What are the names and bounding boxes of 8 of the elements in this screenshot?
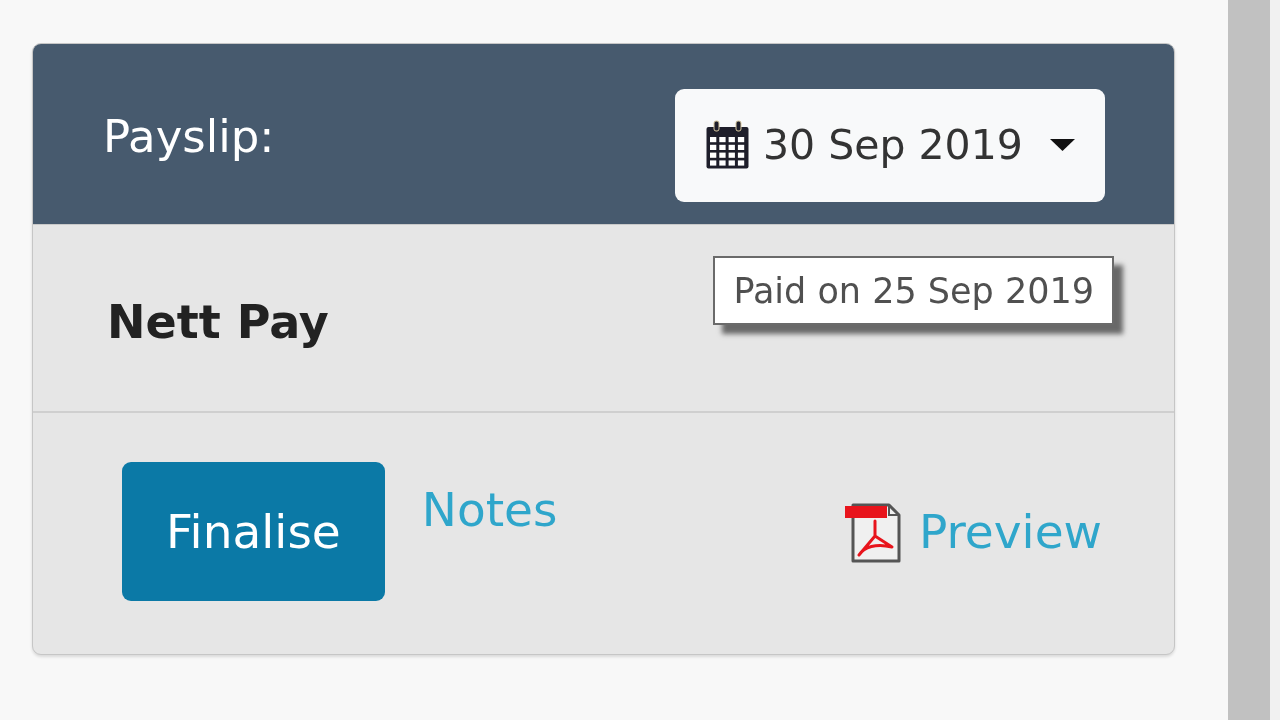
caret-icon xyxy=(1050,139,1075,151)
nett-pay-label: Nett Pay xyxy=(107,295,329,349)
finalise-button[interactable]: Finalise xyxy=(122,462,385,601)
scrollbar-thumb[interactable] xyxy=(1228,0,1270,720)
tooltip: Paid on 25 Sep 2019 xyxy=(713,256,1114,325)
calendar-icon xyxy=(705,120,750,170)
card-title: Payslip: xyxy=(103,109,275,163)
date-dropdown[interactable]: 30 Sep 2019 xyxy=(675,88,1105,202)
